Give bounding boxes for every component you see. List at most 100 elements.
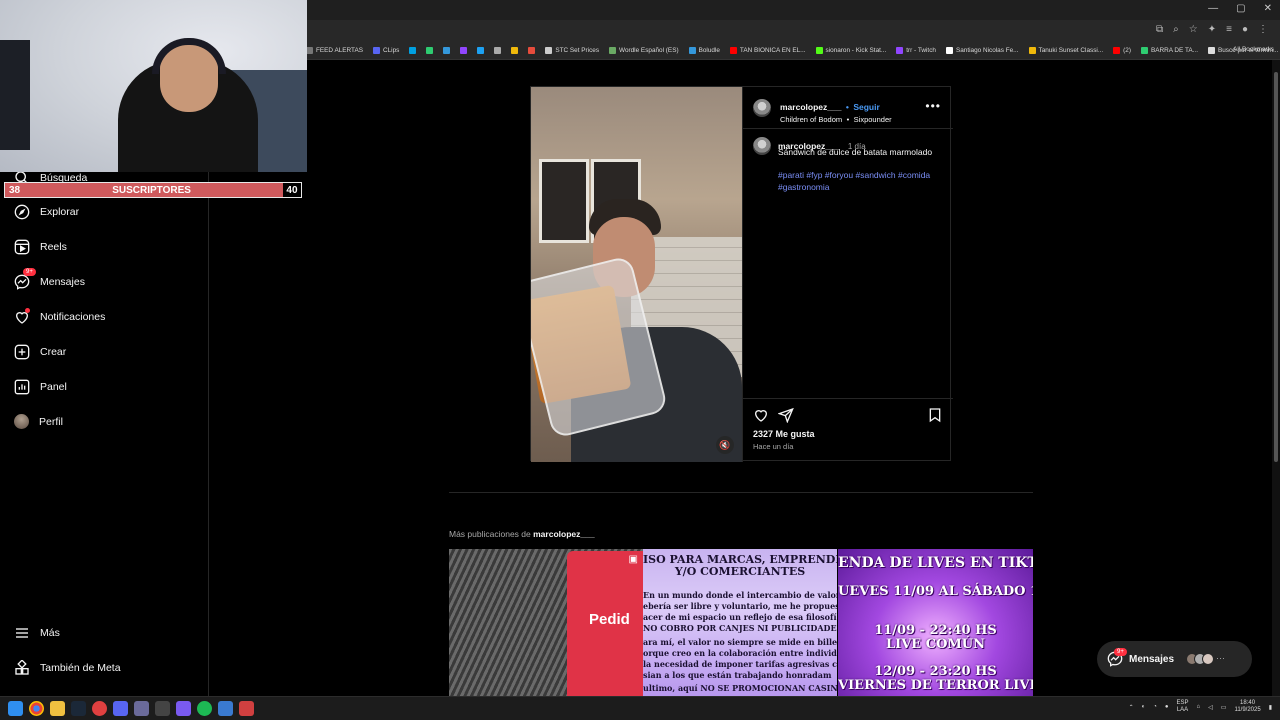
bookmark-item[interactable] <box>460 47 468 54</box>
chevron-up-icon[interactable]: ⌃ <box>1129 704 1134 711</box>
bookmark-label: (2) <box>1123 47 1131 54</box>
bookmark-item[interactable] <box>511 47 519 54</box>
profile-icon[interactable]: ● <box>1242 24 1248 35</box>
bookmark-item[interactable]: Wordle Español (ES) <box>609 47 679 54</box>
bookmark-favicon-icon <box>896 47 904 54</box>
bookmark-item[interactable]: Boludle <box>688 47 720 54</box>
all-bookmarks-link[interactable]: All Bookmarks <box>1233 46 1274 53</box>
bookmark-favicon-icon <box>729 47 737 54</box>
thumb-brand-text: Pedid <box>589 611 630 628</box>
sidebar-item-messages[interactable]: 9+ Mensajes <box>14 268 85 290</box>
close-icon[interactable]: ✕ <box>1264 3 1272 14</box>
zoom-icon[interactable]: ⌕ <box>1173 24 1179 35</box>
bookmark-item[interactable] <box>477 47 485 54</box>
post-audio[interactable]: Children of Bodom • Sixpounder <box>780 109 892 127</box>
messages-pill-badge: 9+ <box>1114 648 1127 656</box>
more-post-thumb-2[interactable]: ISO PARA MARCAS, EMPRENDEDORY/O COMERCIA… <box>643 549 837 696</box>
sidebar-item-notifications[interactable]: Notificaciones <box>14 308 105 325</box>
bookmark-item[interactable]: trr - Twitch <box>896 47 936 54</box>
menu-icon[interactable]: ⋮ <box>1258 24 1268 35</box>
sidebar-item-explore[interactable]: Explorar <box>14 204 79 220</box>
compass-icon <box>14 204 30 220</box>
bookmark-item[interactable]: Tanuki Sunset Classi... <box>1028 47 1103 54</box>
bookmark-item[interactable]: CLips <box>373 47 399 54</box>
chrome-icon[interactable] <box>29 701 44 716</box>
maximize-icon[interactable]: ▢ <box>1236 3 1245 14</box>
bookmark-label: FEED ALERTAS <box>316 47 363 54</box>
capcut-icon[interactable] <box>155 701 170 716</box>
more-post-thumb-3[interactable]: ENDA DE LIVES EN TIKT UEVES 11/09 AL SÁBA… <box>838 549 1033 696</box>
bookmark-icon[interactable] <box>927 407 943 423</box>
post-header: marcolopez___ • Seguir Children of Bodom… <box>743 87 953 129</box>
star-icon[interactable]: ☆ <box>1189 24 1198 35</box>
mute-icon[interactable]: 🔇 <box>716 436 734 454</box>
sidebar-item-create[interactable]: Crear <box>14 344 66 360</box>
app-icon[interactable] <box>176 701 191 716</box>
sidebar-item-more[interactable]: Más <box>14 625 60 641</box>
messenger-icon <box>14 274 30 290</box>
caption-hashtags[interactable]: #parati #fyp #foryou #sandwich #comida #… <box>778 169 948 193</box>
minimize-icon[interactable]: — <box>1208 3 1218 14</box>
sidebar-item-meta[interactable]: También de Meta <box>14 660 121 676</box>
app-icon[interactable] <box>218 701 233 716</box>
bookmark-favicon-icon <box>511 47 519 54</box>
discord-icon[interactable] <box>113 701 128 716</box>
caption-text: Sándwich de dulce de batata marmolado <box>778 147 933 157</box>
more-options-icon[interactable]: ••• <box>925 99 941 113</box>
language-indicator[interactable]: ESP LAA <box>1177 700 1189 714</box>
sub-goal-target: 40 <box>282 183 301 197</box>
bookmark-item[interactable]: STC Set Prices <box>545 47 599 54</box>
sidebar-item-profile[interactable]: Perfil <box>14 414 63 429</box>
clock[interactable]: 18:40 11/9/2025 <box>1234 700 1260 714</box>
bookmark-label: STC Set Prices <box>555 47 600 54</box>
bookmark-label: Santiago Nicolas Fe... <box>955 47 1019 54</box>
bookmark-item[interactable]: TAN BIONICA EN EL... <box>729 47 806 54</box>
cast-icon[interactable]: ⧉ <box>1156 24 1163 35</box>
share-icon[interactable] <box>778 407 794 423</box>
app-icon[interactable] <box>134 701 149 716</box>
hamburger-icon <box>16 628 28 638</box>
sidebar-item-label: Panel <box>40 381 67 393</box>
more-post-thumb-1[interactable]: Pedid ▣ <box>449 549 643 696</box>
avatar[interactable] <box>753 137 771 155</box>
obs-icon[interactable] <box>92 701 107 716</box>
app-icon[interactable] <box>239 701 254 716</box>
video-cabinet-left <box>539 159 589 243</box>
likes-count[interactable]: 2327 Me gusta <box>753 429 815 439</box>
spotify-icon[interactable] <box>197 701 212 716</box>
bookmark-item[interactable] <box>443 47 451 54</box>
bookmark-item[interactable]: BARRA DE TA... <box>1140 47 1198 54</box>
network-icon[interactable]: ⌂ <box>1197 704 1201 710</box>
song-artist: Children of Bodom <box>780 115 843 124</box>
mic-icon[interactable]: ● <box>1165 704 1169 710</box>
more-posts-user[interactable]: marcolopez___ <box>533 529 594 539</box>
bookmark-favicon-icon <box>443 47 451 54</box>
bookmark-favicon-icon <box>1207 47 1215 54</box>
bookmark-item[interactable]: sionaron - Kick Stat... <box>815 47 886 54</box>
sidebar-item-panel[interactable]: Panel <box>14 379 67 395</box>
volume-icon[interactable]: ◁ <box>1208 704 1213 711</box>
bookmark-item[interactable] <box>528 47 536 54</box>
folder-icon[interactable] <box>50 701 65 716</box>
bookmark-item[interactable] <box>426 47 434 54</box>
battery-icon[interactable]: ▭ <box>1221 704 1227 711</box>
avatar[interactable] <box>753 99 771 117</box>
bookmark-item[interactable] <box>409 47 417 54</box>
post-video[interactable]: 🔇 <box>531 87 742 462</box>
bookmark-item[interactable] <box>494 47 502 54</box>
bookmark-item[interactable]: (2) <box>1113 47 1131 54</box>
extensions-icon[interactable]: ✦ <box>1208 24 1216 35</box>
bookmark-item[interactable]: Santiago Nicolas Fe... <box>945 47 1019 54</box>
tray-app-icon[interactable]: ◐ <box>1142 704 1146 710</box>
messages-pill[interactable]: 9+ Mensajes ··· <box>1097 641 1252 677</box>
page-scrollbar[interactable] <box>1272 60 1280 696</box>
scrollbar-thumb[interactable] <box>1274 72 1278 462</box>
steam-icon[interactable] <box>71 701 86 716</box>
bookmark-item[interactable]: FEED ALERTAS <box>306 47 363 54</box>
media-icon[interactable]: ≡ <box>1226 24 1232 35</box>
like-heart-icon[interactable] <box>753 407 769 423</box>
wifi-icon[interactable]: ◔ <box>1153 704 1157 710</box>
notifications-tray-icon[interactable]: ▮ <box>1269 704 1272 711</box>
start-icon[interactable] <box>8 701 23 716</box>
sidebar-item-reels[interactable]: Reels <box>14 239 67 255</box>
